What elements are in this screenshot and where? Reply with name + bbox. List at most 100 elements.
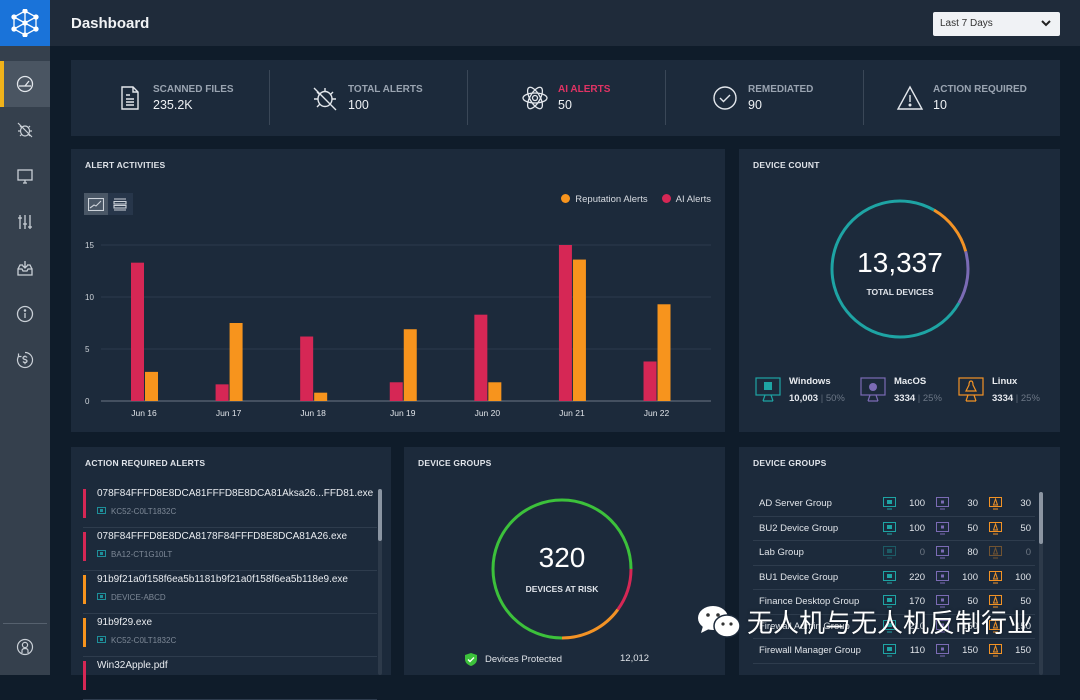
donut-segment-macos[interactable]	[957, 251, 970, 304]
bug-icon	[313, 87, 337, 111]
os-name: Windows	[789, 376, 831, 387]
donut-segment-medium-risk[interactable]	[561, 608, 620, 640]
bar-ai-alerts[interactable]	[389, 382, 403, 401]
stat-label: TOTAL ALERTS	[348, 84, 423, 95]
apple-monitor-icon	[936, 644, 949, 657]
devices-protected-row: Devices Protected	[465, 653, 562, 666]
bar-ai-alerts[interactable]	[131, 262, 144, 401]
x-tick-label: Jun 17	[216, 408, 242, 418]
stat-ai-alerts[interactable]: AI ALERTS 50	[521, 60, 610, 136]
severity-indicator	[83, 532, 86, 561]
windows-count: 110	[883, 644, 925, 657]
sidebar-item-billing[interactable]	[0, 337, 50, 383]
device-group-row[interactable]: BU2 Device Group 100 50 50	[753, 517, 1035, 541]
scroll-thumb[interactable]	[378, 489, 382, 541]
alert-list-scrollbar[interactable]	[378, 489, 382, 675]
bar-ai-alerts[interactable]	[558, 245, 572, 401]
bar-ai-alerts[interactable]	[643, 361, 657, 401]
alert-file-name: 078F84FFFD8E8DCA8178F84FFFD8E8DCA81A26.e…	[97, 531, 348, 542]
bar-reputation-alerts[interactable]	[572, 259, 586, 401]
severity-indicator	[83, 661, 86, 690]
mac-count: 50	[936, 521, 978, 535]
alert-list-item[interactable]: Win32Apple.pdf	[83, 657, 377, 700]
sidebar-item-devices[interactable]	[0, 153, 50, 199]
date-range-select[interactable]: Last 7 Days	[933, 12, 1060, 36]
stat-action-required[interactable]: ACTION REQUIRED 10	[896, 60, 1027, 136]
os-pct: 25%	[1020, 393, 1040, 404]
stat-value: 10	[933, 98, 947, 112]
device-icon	[97, 593, 106, 600]
sidebar-item-policies[interactable]	[0, 199, 50, 245]
windows-monitor-icon	[883, 570, 896, 583]
alert-device-name: DEVICE-ABCD	[111, 593, 166, 602]
alert-file-name: 078F84FFFD8E8DCA81FFFD8E8DCA81Aksa26...F…	[97, 488, 374, 499]
stat-label: ACTION REQUIRED	[933, 84, 1027, 95]
x-tick-label: Jun 18	[300, 408, 326, 418]
bar-reputation-alerts[interactable]	[488, 382, 502, 401]
stat-total-alerts[interactable]: TOTAL ALERTS 100	[311, 60, 423, 136]
sliders-icon	[18, 215, 32, 229]
count-value: 80	[967, 547, 978, 558]
shield-check-icon	[465, 653, 477, 666]
dollar-icon	[16, 351, 34, 369]
alert-device-name: KC52-C0LT1832C	[111, 636, 177, 645]
os-count: 10,003	[789, 393, 819, 404]
count-value: 50	[967, 522, 978, 534]
donut-segment-linux[interactable]	[933, 208, 968, 252]
group-list-scrollbar[interactable]	[1039, 492, 1043, 675]
linux-count: 50	[989, 521, 1031, 535]
linux-count: 30	[989, 497, 1031, 510]
sidebar-item-info[interactable]	[0, 291, 50, 337]
device-group-row[interactable]: BU1 Device Group 220 100 100	[753, 566, 1035, 590]
total-devices-value: 13,337	[857, 247, 943, 278]
windows-monitor-icon	[883, 644, 896, 657]
sidebar-item-alerts[interactable]	[0, 107, 50, 153]
alert-list-item[interactable]: 078F84FFFD8E8DCA8178F84FFFD8E8DCA81A26.e…	[83, 528, 377, 571]
count-value: 100	[962, 571, 978, 583]
os-name: MacOS	[894, 376, 927, 387]
scroll-thumb[interactable]	[1039, 492, 1043, 544]
stat-scanned-files[interactable]: SCANNED FILES 235.2K	[116, 60, 234, 136]
apple-monitor-icon	[936, 570, 949, 583]
bar-ai-alerts[interactable]	[215, 384, 229, 401]
bar-reputation-alerts[interactable]	[145, 371, 158, 401]
bar-reputation-alerts[interactable]	[657, 304, 671, 401]
info-icon	[16, 305, 34, 323]
bar-reputation-alerts[interactable]	[403, 329, 417, 401]
linux-monitor-icon	[989, 570, 1002, 583]
bar-ai-alerts[interactable]	[300, 336, 314, 401]
network-logo-icon	[11, 9, 39, 37]
count-value: 100	[909, 522, 925, 534]
windows-count: 220	[883, 570, 925, 584]
alert-list-item[interactable]: 91b9f29.exe KC52-C0LT1832C	[83, 614, 377, 657]
devices-at-risk-card: DEVICE GROUPS 320 DEVICES AT RISK Devices…	[404, 447, 725, 675]
linux-monitor-icon	[989, 546, 1002, 559]
app-logo[interactable]	[0, 0, 50, 46]
windows-count: 100	[883, 521, 925, 535]
summary-stats: SCANNED FILES 235.2K TOTAL ALERTS 100 AI A…	[71, 60, 1060, 136]
wechat-icon	[698, 605, 741, 638]
bar-reputation-alerts[interactable]	[314, 392, 328, 401]
sidebar-item-account[interactable]	[0, 624, 50, 670]
check-circle-icon	[713, 86, 737, 110]
donut-segment-high-risk[interactable]	[616, 568, 633, 611]
device-group-row[interactable]: AD Server Group 100 30 30	[753, 492, 1035, 517]
mac-count: 150	[936, 644, 978, 657]
device-group-row[interactable]: Lab Group 0 80 0	[753, 541, 1035, 566]
device-group-row[interactable]: Firewall Manager Group 110 150 150	[753, 639, 1035, 664]
bar-ai-alerts[interactable]	[474, 314, 488, 401]
stat-remediated[interactable]: REMEDIATED 90	[711, 60, 813, 136]
sidebar-item-downloads[interactable]	[0, 245, 50, 291]
os-count: 3334	[992, 393, 1014, 404]
count-value: 0	[919, 547, 925, 558]
windows-monitor-icon	[755, 377, 781, 402]
bar-reputation-alerts[interactable]	[229, 323, 243, 401]
alert-list-item[interactable]: 078F84FFFD8E8DCA81FFFD8E8DCA81Aksa26...F…	[83, 485, 377, 528]
alert-list-item[interactable]: 91b9f21a0f158f6ea5b1181b9f21a0f158f6ea5b…	[83, 571, 377, 614]
windows-monitor-icon	[883, 546, 896, 559]
y-tick-label: 10	[85, 293, 94, 302]
count-value: 30	[967, 498, 978, 509]
x-tick-label: Jun 20	[475, 408, 501, 418]
sidebar-item-dashboard[interactable]	[0, 61, 50, 107]
linux-monitor-icon	[958, 377, 984, 402]
